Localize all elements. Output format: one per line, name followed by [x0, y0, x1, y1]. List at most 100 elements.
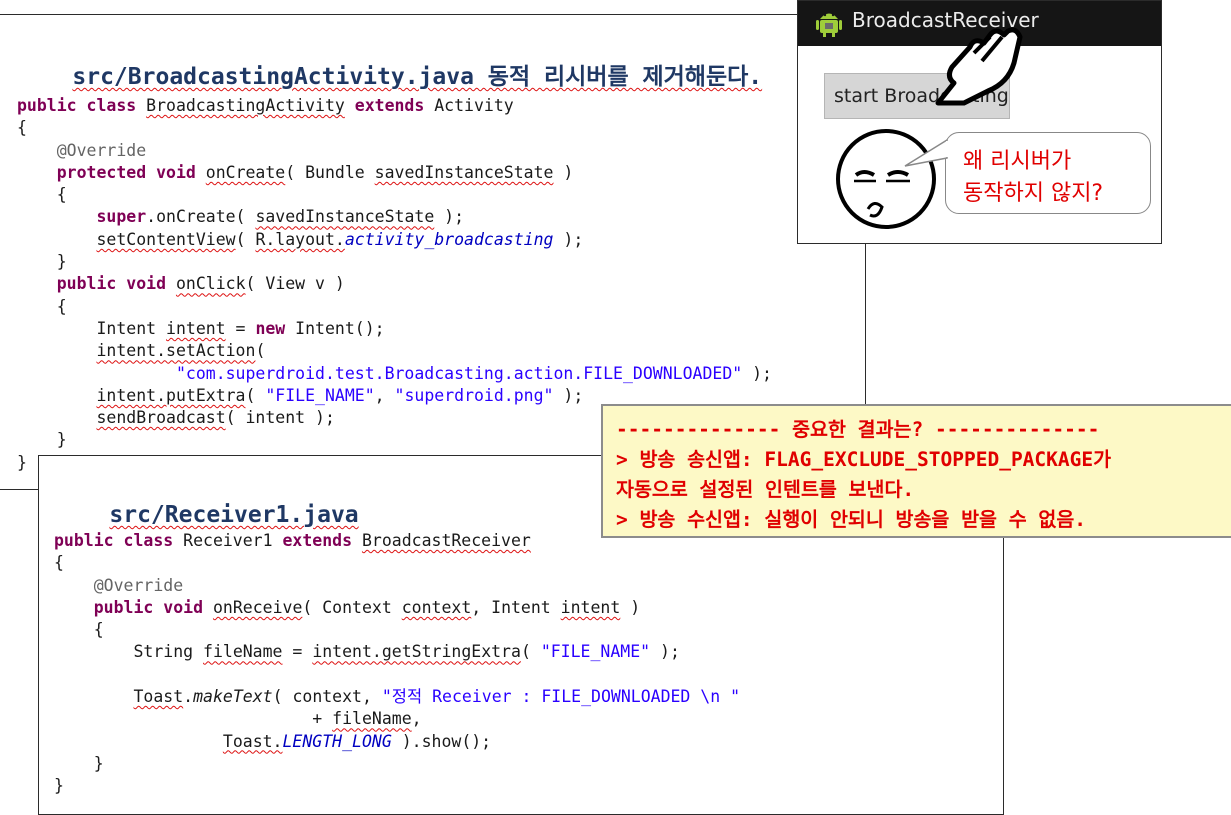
code-token: { — [54, 553, 64, 573]
code-line: protected void onCreate( Bundle savedIns… — [17, 162, 772, 184]
code-token: ( — [235, 229, 256, 249]
code-token: ); — [742, 363, 772, 383]
code-token: ( — [520, 642, 541, 662]
code-token: + — [54, 709, 333, 729]
code-token: intent.getStringExtra — [312, 642, 521, 662]
code-line: public void onReceive( Context context, … — [54, 597, 740, 619]
code-token: setContentView — [96, 229, 236, 249]
code-line: super.onCreate( savedInstanceState ); — [17, 206, 772, 228]
code-line: Toast.makeText( context, "정적 Receiver : … — [54, 686, 740, 708]
notice-title: -------------- 중요한 결과는? -------------- — [616, 418, 1100, 441]
android-icon — [816, 13, 842, 37]
result-notice-box: -------------- 중요한 결과는? -------------- >… — [601, 404, 1231, 538]
code-token: ( Context — [302, 597, 402, 617]
code-line: @Override — [54, 575, 740, 597]
code-token: Receiver1 — [183, 531, 283, 550]
code-token: BroadcastReceiver — [361, 531, 531, 550]
code-token: ( View v ) — [245, 274, 345, 294]
code-token: "superdroid.png" — [394, 385, 554, 405]
code-line: } — [17, 251, 772, 273]
code-line: + fileName, — [54, 708, 740, 730]
code-line: { — [17, 184, 772, 206]
code-token: ( intent ); — [225, 408, 335, 428]
code-token: intent — [560, 597, 621, 617]
code-token: Intent — [17, 318, 167, 338]
code-token: ( — [245, 385, 266, 405]
speech-bubble: 왜 리시버가 동작하지 않지? — [945, 132, 1151, 214]
code-token: .onCreate( — [146, 207, 256, 227]
code-token: public void — [93, 597, 213, 617]
code-token: fileName — [203, 642, 283, 662]
code-line: } — [54, 775, 740, 797]
code-token: Activity — [434, 96, 514, 115]
receiver-heading-text: src/Receiver1.java — [109, 502, 359, 528]
code-token: Intent(); — [285, 318, 385, 338]
code-token: . — [183, 687, 194, 707]
receiver-code-block: public class Receiver1 extends Broadcast… — [54, 530, 740, 798]
code-token: { — [54, 620, 104, 640]
code-token: public class — [54, 531, 184, 550]
code-token: ) — [553, 162, 574, 182]
activity-heading-text: src/BroadcastingActivity.java 동적 리시버를 제거… — [72, 64, 763, 90]
code-line: intent.setAction( — [17, 340, 772, 362]
code-token: ); — [650, 642, 680, 662]
code-token: ); — [553, 229, 584, 249]
code-token: "com.superdroid.test.Broadcasting.action… — [175, 363, 743, 383]
code-line: { — [17, 296, 772, 318]
code-token: } — [54, 753, 104, 773]
code-line: } — [54, 753, 740, 775]
code-line: @Override — [17, 140, 772, 162]
code-token: , — [374, 385, 385, 405]
code-token: sendBroadcast — [96, 408, 226, 428]
notice-sender-line: > 방송 송신앱: FLAG_EXCLUDE_STOPPED_PACKAGE가 — [616, 448, 1112, 471]
code-token: ( context, — [272, 687, 382, 707]
code-token: public void — [56, 274, 176, 294]
code-token: { — [17, 296, 67, 316]
code-line: { — [54, 619, 740, 641]
pointing-hand-icon — [935, 27, 1023, 106]
code-line: Intent intent = new Intent(); — [17, 318, 772, 340]
emulator-screen: BroadcastReceiver start Broadcasting 왜 리… — [797, 0, 1162, 244]
code-token: , — [411, 709, 422, 729]
code-line: { — [54, 552, 740, 574]
code-line: String fileName = intent.getStringExtra(… — [54, 641, 740, 663]
code-token: savedInstanceState — [255, 207, 435, 227]
code-token: R.layout. — [255, 229, 345, 249]
code-token: LENGTH_LONG — [282, 731, 392, 751]
code-token: new — [255, 318, 286, 338]
code-token: intent.setAction — [96, 341, 256, 361]
code-token: BroadcastingActivity — [146, 96, 345, 115]
code-token: extends — [282, 531, 362, 550]
code-line: Toast.LENGTH_LONG ).show(); — [54, 731, 740, 753]
code-token: fileName — [332, 709, 412, 729]
code-token: } — [54, 776, 64, 796]
code-token: Toast — [133, 687, 184, 707]
code-token: Toast. — [222, 731, 283, 751]
code-token: } — [17, 430, 67, 450]
code-token: ); — [434, 207, 465, 227]
code-token: activity_broadcasting — [344, 229, 554, 249]
code-token: "정적 Receiver : FILE_DOWNLOADED \n " — [381, 687, 741, 707]
code-token: protected void — [56, 162, 206, 182]
bubble-tail — [904, 138, 950, 167]
code-line: "com.superdroid.test.Broadcasting.action… — [17, 363, 772, 385]
code-token: ); — [553, 385, 584, 405]
code-token: } — [17, 452, 27, 472]
code-token: ) — [620, 597, 641, 617]
notice-receiver-line: > 방송 수신앱: 실행이 안되니 방송을 받을 수 없음. — [616, 508, 1087, 531]
code-line: { — [17, 117, 772, 139]
code-line: public void onClick( View v ) — [17, 273, 772, 295]
code-token: makeText — [193, 687, 273, 707]
code-token: savedInstanceState — [374, 162, 554, 182]
code-token: "FILE_NAME" — [265, 385, 375, 405]
